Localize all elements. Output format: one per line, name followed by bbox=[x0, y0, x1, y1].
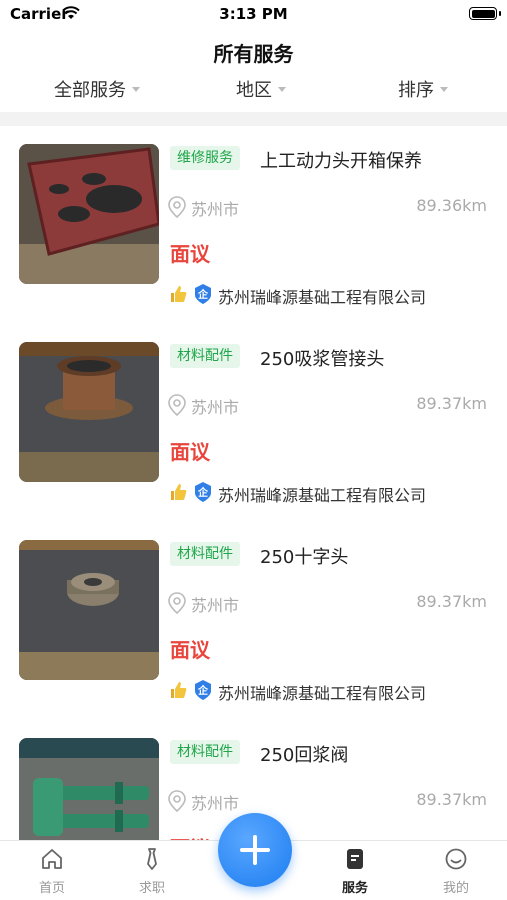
filter-all-services[interactable]: 全部服务 bbox=[54, 76, 140, 102]
tab-label: 求职 bbox=[138, 881, 165, 896]
tab-services[interactable]: 服务 bbox=[315, 847, 395, 896]
divider bbox=[0, 112, 507, 126]
price-label: 面议 bbox=[170, 440, 210, 464]
location-pin-icon bbox=[167, 196, 187, 222]
svg-text:企: 企 bbox=[197, 486, 209, 499]
thumbs-up-badge-icon bbox=[168, 680, 188, 704]
pipe-joint-photo bbox=[19, 342, 159, 482]
crosshead-photo bbox=[19, 540, 159, 680]
filter-bar: 全部服务 地区 排序 bbox=[0, 72, 507, 108]
caret-down-icon bbox=[278, 86, 286, 92]
service-card[interactable]: 材料配件 250十字头 苏州市 89.37km 面议 企 苏州瑞峰源基础工程有限… bbox=[0, 522, 507, 720]
service-card[interactable]: 材料配件 250吸浆管接头 苏州市 89.37km 面议 企 苏州瑞峰源基础工程… bbox=[0, 324, 507, 522]
badges: 企 bbox=[168, 283, 214, 309]
tab-label: 我的 bbox=[442, 881, 469, 896]
service-title: 上工动力头开箱保养 bbox=[260, 151, 422, 172]
filter-label: 排序 bbox=[398, 80, 434, 101]
badges: 企 bbox=[168, 679, 214, 705]
filter-label: 全部服务 bbox=[54, 80, 126, 101]
city-label: 苏州市 bbox=[191, 596, 240, 615]
certified-badge-icon: 企 bbox=[192, 481, 214, 507]
category-tag: 材料配件 bbox=[170, 344, 240, 368]
company-name: 苏州瑞峰源基础工程有限公司 bbox=[218, 288, 427, 307]
document-icon bbox=[343, 849, 367, 875]
service-list[interactable]: 维修服务 上工动力头开箱保养 苏州市 89.36km 面议 企 苏州瑞峰源基础工… bbox=[0, 126, 507, 840]
distance-label: 89.37km bbox=[416, 790, 487, 809]
filter-region[interactable]: 地区 bbox=[236, 76, 286, 102]
home-icon bbox=[40, 849, 64, 875]
service-title: 250十字头 bbox=[260, 547, 349, 568]
tab-label: 服务 bbox=[341, 881, 368, 896]
badges: 企 bbox=[168, 481, 214, 507]
add-button[interactable] bbox=[218, 813, 292, 887]
category-tag: 材料配件 bbox=[170, 542, 240, 566]
status-bar: Carrier 3:13 PM bbox=[0, 0, 507, 30]
caret-down-icon bbox=[440, 86, 448, 92]
filter-label: 地区 bbox=[236, 80, 272, 101]
location-pin-icon bbox=[167, 790, 187, 816]
valve-photo bbox=[19, 738, 159, 840]
city-label: 苏州市 bbox=[191, 398, 240, 417]
service-title: 250回浆阀 bbox=[260, 745, 349, 766]
distance-label: 89.36km bbox=[416, 196, 487, 215]
price-label: 面议 bbox=[170, 638, 210, 662]
clock: 3:13 PM bbox=[219, 5, 288, 23]
tie-icon bbox=[140, 848, 164, 875]
tab-mine[interactable]: 我的 bbox=[416, 847, 496, 896]
company-name: 苏州瑞峰源基础工程有限公司 bbox=[218, 684, 427, 703]
battery-icon bbox=[469, 7, 501, 20]
caret-down-icon bbox=[132, 86, 140, 92]
distance-label: 89.37km bbox=[416, 394, 487, 413]
service-title: 250吸浆管接头 bbox=[260, 349, 385, 370]
distance-label: 89.37km bbox=[416, 592, 487, 611]
page-title: 所有服务 bbox=[213, 42, 294, 66]
svg-text:企: 企 bbox=[197, 684, 209, 697]
location-pin-icon bbox=[167, 394, 187, 420]
gearbox-photo bbox=[19, 144, 159, 284]
category-tag: 维修服务 bbox=[170, 146, 240, 170]
certified-badge-icon: 企 bbox=[192, 283, 214, 309]
price-label: 面议 bbox=[170, 242, 210, 266]
thumbs-up-badge-icon bbox=[168, 482, 188, 506]
thumbs-up-badge-icon bbox=[168, 284, 188, 308]
tab-jobs[interactable]: 求职 bbox=[112, 847, 192, 896]
svg-text:企: 企 bbox=[197, 288, 209, 301]
tab-label: 首页 bbox=[38, 881, 65, 896]
user-face-icon bbox=[444, 848, 468, 875]
location-pin-icon bbox=[167, 592, 187, 618]
city-label: 苏州市 bbox=[191, 794, 240, 813]
category-tag: 材料配件 bbox=[170, 740, 240, 764]
tab-home[interactable]: 首页 bbox=[12, 847, 92, 896]
price-label: 面议 bbox=[170, 832, 210, 840]
service-card[interactable]: 维修服务 上工动力头开箱保养 苏州市 89.36km 面议 企 苏州瑞峰源基础工… bbox=[0, 126, 507, 324]
company-name: 苏州瑞峰源基础工程有限公司 bbox=[218, 486, 427, 505]
filter-sort[interactable]: 排序 bbox=[398, 76, 448, 102]
certified-badge-icon: 企 bbox=[192, 679, 214, 705]
city-label: 苏州市 bbox=[191, 200, 240, 219]
